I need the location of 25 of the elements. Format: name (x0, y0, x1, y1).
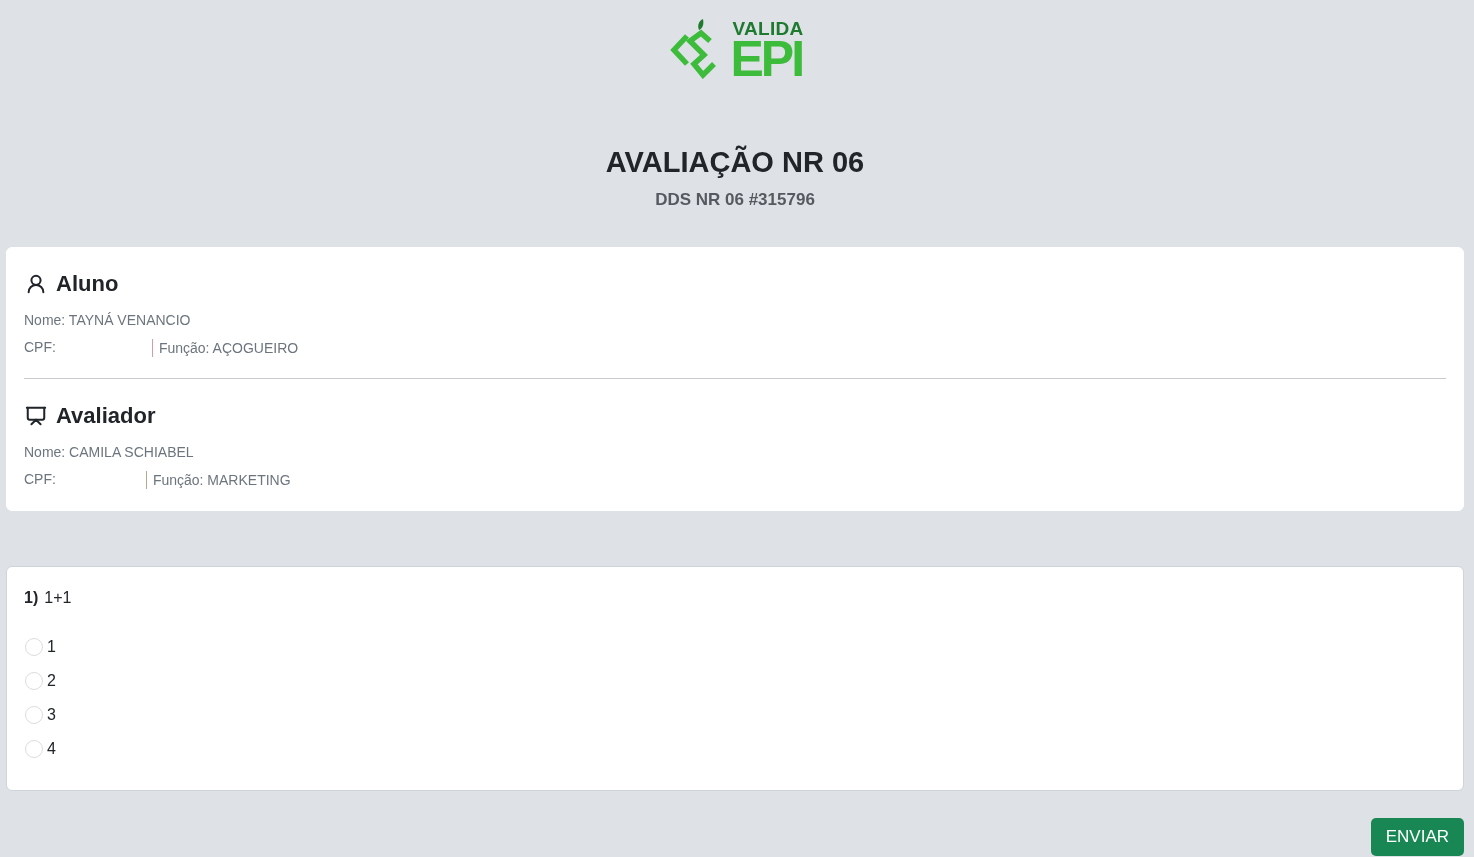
logo-mark-icon (670, 19, 719, 79)
page-title: AVALIAÇÃO NR 06 (605, 144, 865, 180)
role-text: Função: AÇOGUEIRO (151, 338, 299, 357)
radio-button[interactable] (25, 638, 43, 656)
page-subtitle: DDS NR 06 #315796 (655, 189, 815, 211)
section-heading: Avaliador (56, 402, 156, 430)
cpf-label: CPF: (24, 338, 56, 357)
radio-button[interactable] (25, 672, 43, 690)
submit-button[interactable]: ENVIAR (1370, 818, 1464, 856)
presentation-board-icon (25, 405, 47, 427)
person-icon (25, 273, 47, 295)
logo-text: EPI (730, 37, 803, 80)
name-text: Nome: TAYNÁ VENANCIO (24, 311, 191, 330)
logo-text: VALIDA (732, 18, 804, 38)
answer-option[interactable]: 2 (24, 664, 56, 698)
answer-option[interactable]: 3 (24, 698, 56, 732)
radio-button[interactable] (25, 740, 43, 758)
radio-button[interactable] (25, 706, 43, 724)
role-text: Função: MARKETING (145, 470, 291, 489)
answer-option[interactable]: 4 (24, 732, 56, 766)
name-text: Nome: CAMILA SCHIABEL (24, 443, 194, 462)
section-heading: Aluno (56, 270, 119, 298)
question-text: 1) 1+1 (24, 588, 72, 608)
answer-option[interactable]: 1 (24, 630, 56, 664)
cpf-label: CPF: (24, 470, 56, 489)
